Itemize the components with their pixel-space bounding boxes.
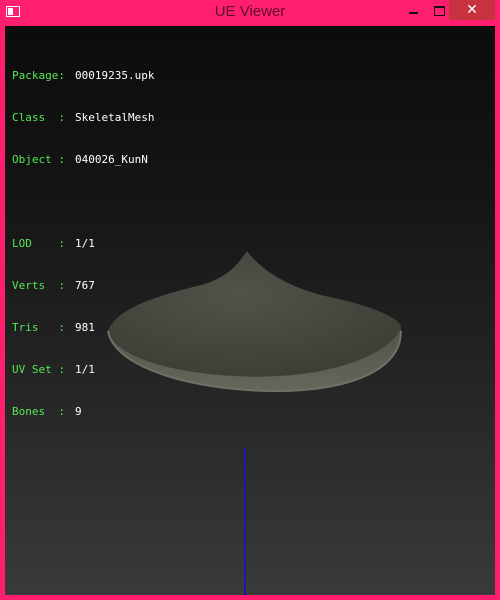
class-value: SkeletalMesh xyxy=(75,111,155,124)
info-row-uvset: UV Set : 1/1 xyxy=(12,363,154,377)
info-row-class: Class : SkeletalMesh xyxy=(12,111,154,125)
object-value: 040026_KunN xyxy=(75,153,148,166)
package-value: 00019235.upk xyxy=(75,69,155,82)
ue-viewer-window: UE Viewer ✕ Package: 00019235.upk Class … xyxy=(0,0,500,600)
vertical-axis-line xyxy=(244,448,246,595)
mesh-info-overlay: Package: 00019235.upk Class : SkeletalMesh… xyxy=(12,41,154,447)
title-bar[interactable]: UE Viewer ✕ xyxy=(0,0,500,26)
close-button[interactable]: ✕ xyxy=(449,0,495,20)
minimize-icon xyxy=(408,11,418,14)
verts-value: 767 xyxy=(75,279,95,292)
info-label: Bones : xyxy=(12,405,65,418)
lod-value: 1/1 xyxy=(75,237,95,250)
info-row-lod: LOD : 1/1 xyxy=(12,237,154,251)
tris-value: 981 xyxy=(75,321,95,334)
info-row-tris: Tris : 981 xyxy=(12,321,154,335)
info-label: Package: xyxy=(12,69,65,82)
info-row-package: Package: 00019235.upk xyxy=(12,69,154,83)
info-label: Class : xyxy=(12,111,65,124)
info-row-verts: Verts : 767 xyxy=(12,279,154,293)
info-label: Object : xyxy=(12,153,65,166)
info-label: UV Set : xyxy=(12,363,65,376)
info-label: Verts : xyxy=(12,279,65,292)
close-icon: ✕ xyxy=(466,2,478,18)
info-row-object: Object : 040026_KunN xyxy=(12,153,154,167)
bones-value: 9 xyxy=(75,405,82,418)
maximize-icon xyxy=(433,5,445,16)
info-label: Tris : xyxy=(12,321,65,334)
info-row-bones: Bones : 9 xyxy=(12,405,154,419)
3d-viewport[interactable]: Package: 00019235.upk Class : SkeletalMesh… xyxy=(5,26,495,595)
info-label: LOD : xyxy=(12,237,65,250)
uvset-value: 1/1 xyxy=(75,363,95,376)
minimize-button[interactable] xyxy=(400,0,426,20)
